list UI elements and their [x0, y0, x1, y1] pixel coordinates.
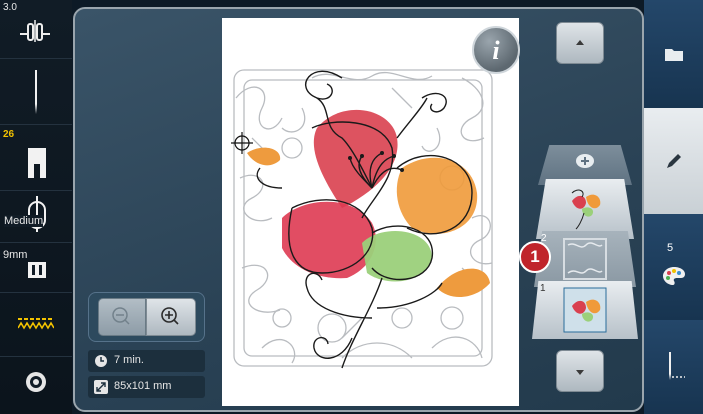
layer-design-3[interactable]	[536, 179, 634, 239]
presser-foot-icon	[28, 148, 46, 178]
layer-design-1[interactable]: 1	[532, 281, 638, 339]
folder-icon	[664, 49, 683, 61]
right-nav-panel: 5	[644, 0, 703, 414]
left-status-panel: 3.0 26 Medium 9mm	[0, 0, 72, 414]
scroll-down-icon	[576, 370, 584, 375]
needle-threader-button[interactable]	[644, 320, 703, 414]
tension-value: 3.0	[3, 2, 17, 13]
layer-thumbnail	[563, 238, 607, 280]
presser-foot-value: 26	[3, 129, 15, 140]
presser-foot-cell[interactable]: 26	[0, 124, 72, 191]
needle-stop-label: Medium	[4, 215, 44, 227]
needle-stop-cell[interactable]: Medium	[0, 190, 72, 243]
layer-thumbnail	[563, 287, 607, 333]
embroidery-design	[231, 69, 493, 369]
callout-number: 1	[530, 247, 540, 266]
bobbin-icon	[26, 372, 46, 392]
thread-tension-icon	[20, 20, 50, 42]
bobbin-cell[interactable]	[0, 356, 72, 414]
color-palette-icon	[662, 267, 685, 285]
thread-tension-cell[interactable]: 3.0	[0, 0, 72, 59]
feed-dog-cell[interactable]	[0, 292, 72, 357]
stitch-time-field: 7 min.	[88, 350, 205, 372]
needle-cell[interactable]	[0, 58, 72, 125]
embroidery-canvas[interactable]	[222, 18, 519, 406]
zoom-in-button[interactable]	[146, 298, 196, 336]
edit-pencil-icon	[666, 154, 681, 168]
info-icon: i	[492, 36, 500, 65]
feed-dog-icon	[18, 318, 54, 330]
scroll-up-button[interactable]	[556, 22, 604, 64]
clock-icon	[95, 355, 107, 367]
design-size-field: 85x101 mm	[88, 376, 205, 398]
needle-threader-icon	[668, 352, 685, 380]
layer-thumbnail	[571, 189, 601, 230]
design-size: 85x101 mm	[114, 380, 172, 392]
info-button[interactable]: i	[472, 26, 520, 74]
zoom-controls	[88, 292, 205, 342]
svg-text:i: i	[492, 36, 500, 65]
layer-1-number: 1	[540, 283, 546, 294]
zoom-out-button[interactable]	[98, 298, 146, 336]
add-layer-icon	[576, 154, 594, 168]
width-value: 9mm	[3, 249, 28, 261]
file-button[interactable]	[644, 0, 703, 110]
callout-badge: 1	[519, 241, 551, 273]
stitch-width-cell[interactable]: 9mm	[0, 242, 72, 293]
stitch-width-icon	[28, 262, 46, 278]
layer-stack: 2 1	[532, 145, 638, 340]
resize-icon	[94, 380, 108, 394]
stitch-time: 7 min.	[114, 354, 144, 366]
scroll-down-button[interactable]	[556, 350, 604, 392]
needle-icon	[35, 70, 37, 114]
zoom-in-icon	[161, 307, 179, 325]
color-button[interactable]: 5	[644, 214, 703, 322]
edit-button[interactable]	[644, 108, 703, 216]
scroll-up-icon	[576, 40, 584, 45]
zoom-out-icon	[112, 307, 130, 325]
color-count: 5	[667, 242, 674, 254]
